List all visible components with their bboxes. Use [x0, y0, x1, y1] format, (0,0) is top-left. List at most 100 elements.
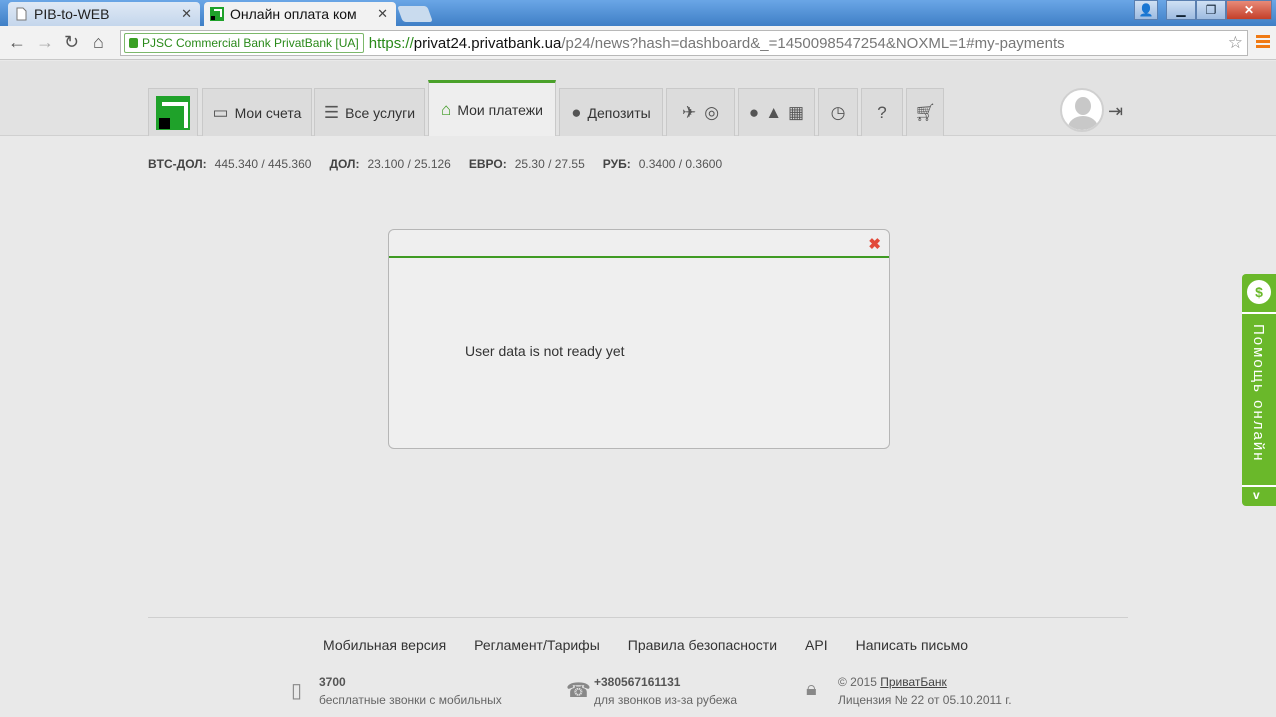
copyright-year: © 2015 — [838, 675, 877, 689]
rate-usd: ДОЛ: 23.100 / 25.126 — [329, 157, 450, 171]
ev-label: PJSC Commercial Bank PrivatBank [UA] — [142, 36, 359, 50]
brand-link[interactable]: ПриватБанк — [880, 675, 947, 689]
rate-value: 445.340 / 445.360 — [214, 157, 312, 171]
chat-icon: $ — [1247, 280, 1271, 304]
rate-value: 23.100 / 25.126 — [367, 157, 451, 171]
nav-item-label: Депозиты — [587, 104, 651, 121]
footer-phone-mobile: 3700 бесплатные звонки с мобильных — [319, 673, 502, 709]
logout-icon[interactable]: ⇥ — [1108, 101, 1123, 122]
window-controls: 👤 ▁ ❐ ✕ — [1134, 0, 1272, 20]
document-icon — [16, 7, 27, 21]
footer-link-write[interactable]: Написать письмо — [856, 637, 968, 653]
lock-icon — [129, 38, 138, 48]
nav-item-help[interactable]: ? — [861, 88, 903, 136]
reload-icon[interactable]: ↻ — [64, 32, 79, 53]
nav-item-services[interactable]: ☰ Все услуги — [314, 88, 425, 136]
nav-item-cart[interactable]: 🛒︎ — [906, 88, 944, 136]
nav-item-travel[interactable]: ✈ ◎ — [666, 88, 735, 136]
help-online-label: Помощь онлайн — [1250, 324, 1267, 463]
phone-desc: бесплатные звонки с мобильных — [319, 693, 502, 707]
close-icon[interactable]: ✖ — [868, 235, 881, 253]
nav-item-label: Мои платежи — [457, 101, 543, 118]
lock-icon: 🔒︎ — [806, 678, 817, 700]
question-icon: ? — [877, 102, 887, 122]
footer-link-api[interactable]: API — [805, 637, 828, 653]
footer-copyright: © 2015 ПриватБанк Лицензия № 22 от 05.10… — [838, 673, 1012, 709]
footer-phone-abroad: +380567161131 для звонков из-за рубежа — [594, 673, 737, 709]
bookmark-star-icon[interactable]: ☆ — [1228, 33, 1243, 53]
rate-eur: ЕВРО: 25.30 / 27.55 — [469, 157, 585, 171]
mobile-phone-icon: ▯ — [291, 680, 303, 702]
browser-tab-strip: PIB-to-WEB ✕ Онлайн оплата ком ✕ 👤 ▁ ❐ ✕ — [0, 0, 1276, 26]
footer-link-tariffs[interactable]: Регламент/Тарифы — [474, 637, 600, 653]
url-text: https://privat24.privatbank.ua/p24/news?… — [369, 35, 1065, 52]
list-icon: ☰ — [323, 102, 340, 122]
browser-tab-active[interactable]: Онлайн оплата ком ✕ — [204, 2, 396, 26]
transport-icon: ✈ — [681, 102, 697, 122]
url-path: /p24/news?hash=dashboard&_=1450098547254… — [561, 34, 1065, 52]
forward-arrow-icon[interactable]: → — [36, 32, 54, 53]
privatbank-favicon-icon — [210, 7, 224, 21]
footer-links: Мобильная версия Регламент/Тарифы Правил… — [323, 637, 996, 653]
dialog-message: User data is not ready yet — [465, 343, 625, 359]
piggybank-icon: ● — [571, 102, 582, 122]
dialog-header: ✖ — [389, 230, 889, 258]
maximize-button[interactable]: ❐ — [1196, 0, 1226, 20]
tab-close-icon[interactable]: ✕ — [377, 6, 388, 22]
minimize-button[interactable]: ▁ — [1166, 0, 1196, 20]
rate-label: ДОЛ: — [329, 157, 360, 171]
help-online-tab[interactable]: $ Помощь онлайн v — [1242, 274, 1276, 506]
profile-icon[interactable]: 👤 — [1134, 0, 1158, 20]
browser-menu-icon[interactable] — [1256, 35, 1270, 50]
url-host: privat24.privatbank.ua — [413, 34, 562, 52]
windows-icon: ▦ — [788, 102, 805, 122]
history-icon: ◷ — [830, 102, 846, 122]
nav-item-label: Мои счета — [234, 104, 302, 121]
browser-tab[interactable]: PIB-to-WEB ✕ — [8, 2, 200, 26]
rate-btc: BTC-ДОЛ: 445.340 / 445.360 — [148, 157, 311, 171]
close-window-button[interactable]: ✕ — [1226, 0, 1272, 20]
phone-number: +380567161131 — [594, 675, 681, 689]
nav-item-accounts[interactable]: ▭ Мои счета — [202, 88, 312, 136]
footer-link-security[interactable]: Правила безопасности — [628, 637, 777, 653]
nav-item-payments[interactable]: ⌂ Мои платежи — [428, 80, 556, 136]
footer-link-mobile[interactable]: Мобильная версия — [323, 637, 446, 653]
address-bar[interactable]: PJSC Commercial Bank PrivatBank [UA] htt… — [120, 30, 1248, 56]
rate-label: ЕВРО: — [468, 157, 507, 171]
message-dialog: ✖ User data is not ready yet — [388, 229, 890, 449]
rate-label: РУБ: — [602, 157, 631, 171]
tab-title: Онлайн оплата ком — [230, 6, 357, 22]
tab-close-icon[interactable]: ✕ — [181, 6, 192, 22]
footer-divider — [148, 617, 1128, 618]
browser-toolbar: ← → ↻ ⌂ PJSC Commercial Bank PrivatBank … — [0, 26, 1276, 60]
globe-icon: ◎ — [704, 102, 720, 122]
rate-value: 0.3400 / 0.3600 — [638, 157, 723, 171]
nav-item-label: Все услуги — [345, 104, 416, 121]
apple-icon: ● — [748, 102, 760, 122]
nav-item-apps[interactable]: ● ▲ ▦ — [738, 88, 815, 136]
phone-desc: для звонков из-за рубежа — [594, 693, 738, 707]
rate-rub: РУБ: 0.3400 / 0.3600 — [603, 157, 722, 171]
chevron-down-icon[interactable]: v — [1253, 488, 1260, 502]
telephone-icon: ☎ — [566, 680, 591, 702]
android-icon: ▲ — [765, 102, 783, 122]
rate-label: BTC-ДОЛ: — [148, 157, 207, 171]
new-tab-button[interactable] — [397, 6, 433, 22]
rate-value: 25.30 / 27.55 — [514, 157, 585, 171]
nav-item-deposits[interactable]: ● Депозиты — [559, 88, 663, 136]
back-arrow-icon[interactable]: ← — [8, 32, 26, 53]
ev-certificate-badge[interactable]: PJSC Commercial Bank PrivatBank [UA] — [124, 33, 364, 53]
nav-item-history[interactable]: ◷ — [818, 88, 858, 136]
license-text: Лицензия № 22 от 05.10.2011 г. — [838, 693, 1012, 707]
exchange-rates: BTC-ДОЛ: 445.340 / 445.360 ДОЛ: 23.100 / 2… — [148, 157, 740, 171]
avatar[interactable] — [1060, 88, 1104, 132]
tab-title: PIB-to-WEB — [34, 6, 110, 22]
privatbank-logo[interactable] — [148, 88, 198, 136]
url-protocol: https:// — [368, 34, 414, 52]
phone-number: 3700 — [319, 675, 346, 689]
home-icon[interactable]: ⌂ — [93, 32, 104, 53]
cart-icon: 🛒︎ — [914, 102, 936, 122]
home-icon: ⌂ — [441, 99, 452, 119]
card-icon: ▭ — [212, 102, 229, 122]
site-header: ▭ Мои счета ☰ Все услуги ⌂ Мои платежи ●… — [0, 61, 1276, 136]
